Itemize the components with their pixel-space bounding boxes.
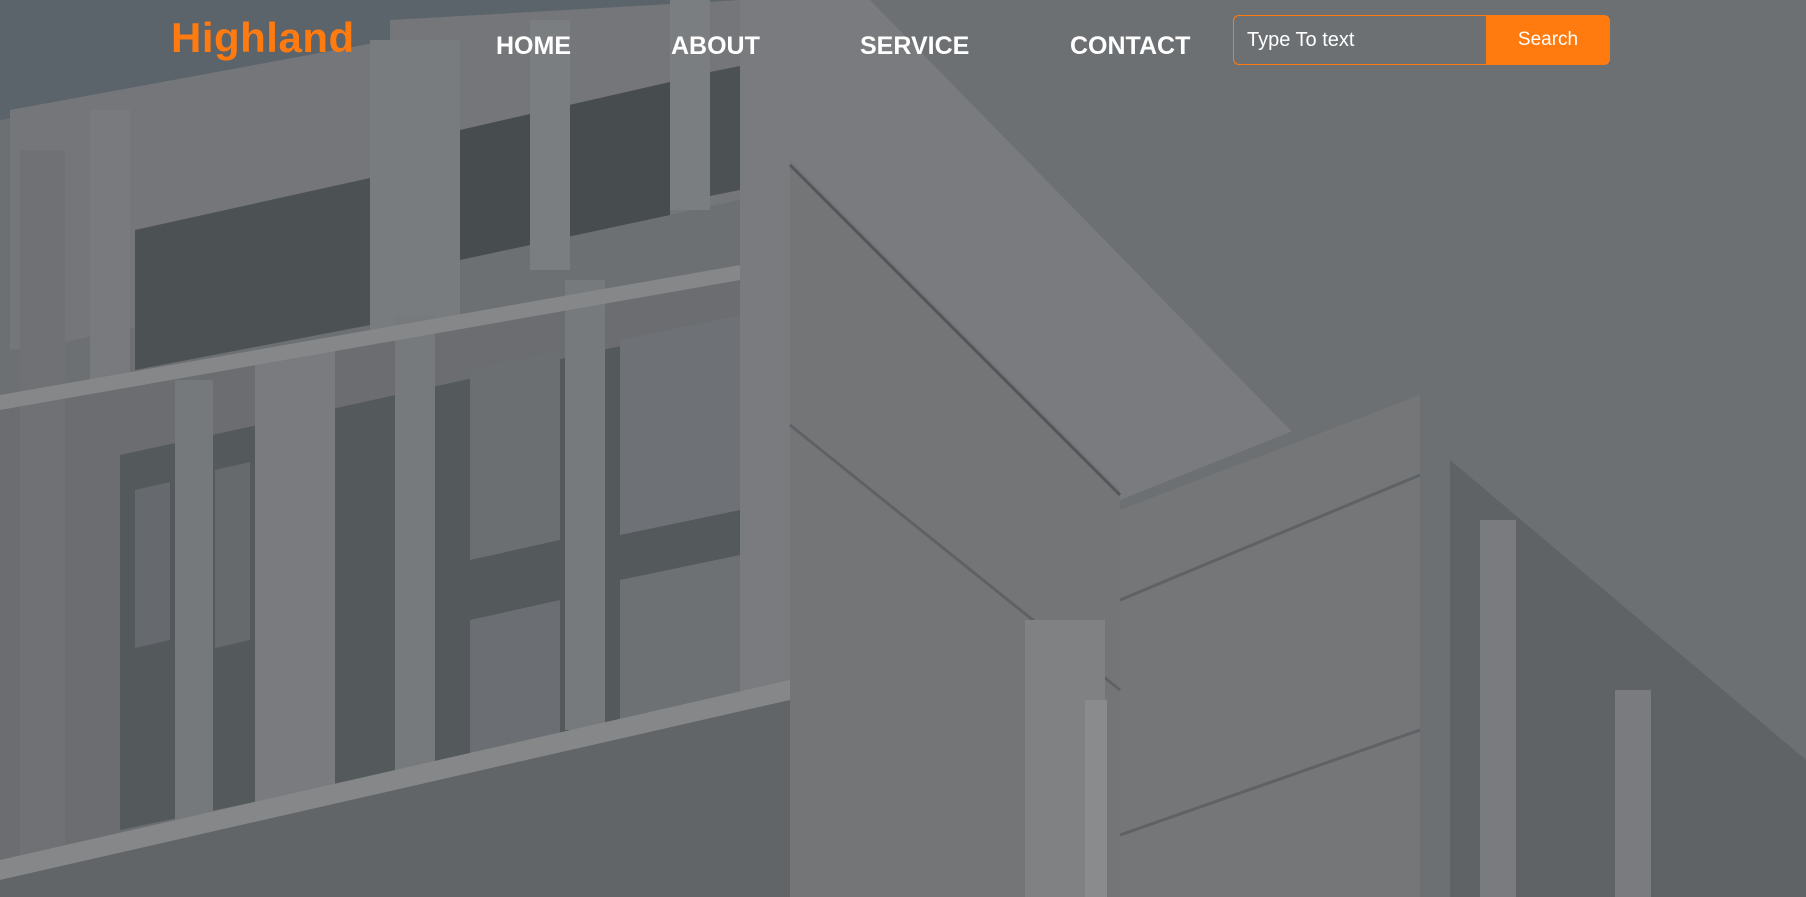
brand-logo[interactable]: Highland [171,14,355,62]
search-input[interactable] [1233,15,1486,65]
search-form: Search [1233,15,1610,65]
nav-link-contact[interactable]: CONTACT [1070,32,1190,61]
hero-background-image [0,0,1806,897]
nav-link-service[interactable]: SERVICE [860,32,969,61]
nav-link-home[interactable]: HOME [496,32,571,61]
dark-overlay [0,0,1806,897]
nav-link-about[interactable]: ABOUT [671,32,760,61]
search-button[interactable]: Search [1486,15,1610,65]
